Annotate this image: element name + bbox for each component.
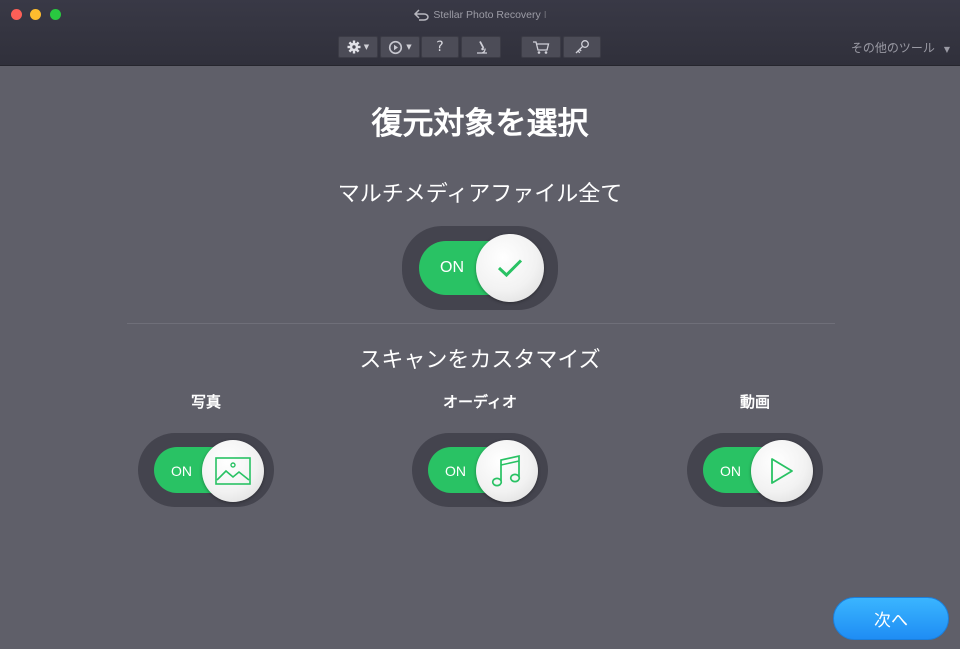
checkmark-icon — [497, 259, 523, 278]
history-button[interactable]: ▼ — [380, 36, 420, 58]
microscope-icon — [476, 40, 487, 54]
more-tools-menu[interactable]: その他のツール ▼ — [851, 39, 950, 56]
cart-icon — [533, 40, 550, 54]
video-toggle[interactable]: ON — [687, 433, 823, 507]
toggle-knob[interactable] — [476, 234, 544, 302]
all-multimedia-heading: マルチメディアファイル全て — [337, 182, 623, 207]
chevron-down-icon: ▼ — [406, 43, 412, 51]
back-arrow-icon — [414, 9, 430, 21]
toggle-knob[interactable] — [202, 440, 264, 502]
category-label-audio: オーディオ — [443, 393, 517, 411]
history-icon — [389, 40, 403, 54]
diagnostics-button[interactable] — [461, 36, 501, 58]
settings-button[interactable]: ▼ — [338, 36, 378, 58]
help-button[interactable]: ? — [421, 36, 459, 58]
window-title: Stellar Photo Recovery I — [0, 9, 960, 21]
category-label-photo: 写真 — [190, 393, 221, 411]
all-multimedia-toggle[interactable]: ON — [402, 226, 558, 310]
next-button-label: 次へ — [874, 611, 908, 631]
toggle-state-label: ON — [720, 463, 741, 479]
more-tools-label: その他のツール — [850, 41, 935, 55]
photo-icon — [215, 457, 251, 485]
help-icon: ? — [436, 39, 444, 55]
gear-icon — [347, 40, 361, 54]
window-title-text: Stellar Photo Recovery — [433, 9, 541, 21]
photo-toggle[interactable]: ON — [138, 433, 274, 507]
next-button[interactable]: 次へ — [833, 597, 949, 640]
toggle-state-label: ON — [171, 463, 192, 479]
toggle-knob[interactable] — [751, 440, 813, 502]
activation-key-button[interactable] — [563, 36, 601, 58]
toggle-state-label: ON — [445, 463, 466, 479]
toggle-state-label: ON — [440, 259, 464, 276]
title-bar: Stellar Photo Recovery I ▼ ▼ ? その他のツール ▼ — [0, 0, 960, 66]
customize-scan-heading: スキャンをカスタマイズ — [359, 348, 601, 373]
section-divider — [127, 323, 835, 324]
cart-button[interactable] — [521, 36, 561, 58]
chevron-down-icon: ▼ — [363, 43, 370, 51]
audio-toggle[interactable]: ON — [412, 433, 548, 507]
chevron-down-icon: ▼ — [943, 45, 950, 54]
key-icon — [575, 40, 589, 54]
page-title: 復元対象を選択 — [371, 106, 589, 142]
play-icon — [771, 458, 793, 484]
window-title-suffix: I — [543, 9, 547, 21]
music-note-icon — [491, 454, 521, 487]
category-label-video: 動画 — [739, 393, 770, 411]
toggle-knob[interactable] — [476, 440, 538, 502]
